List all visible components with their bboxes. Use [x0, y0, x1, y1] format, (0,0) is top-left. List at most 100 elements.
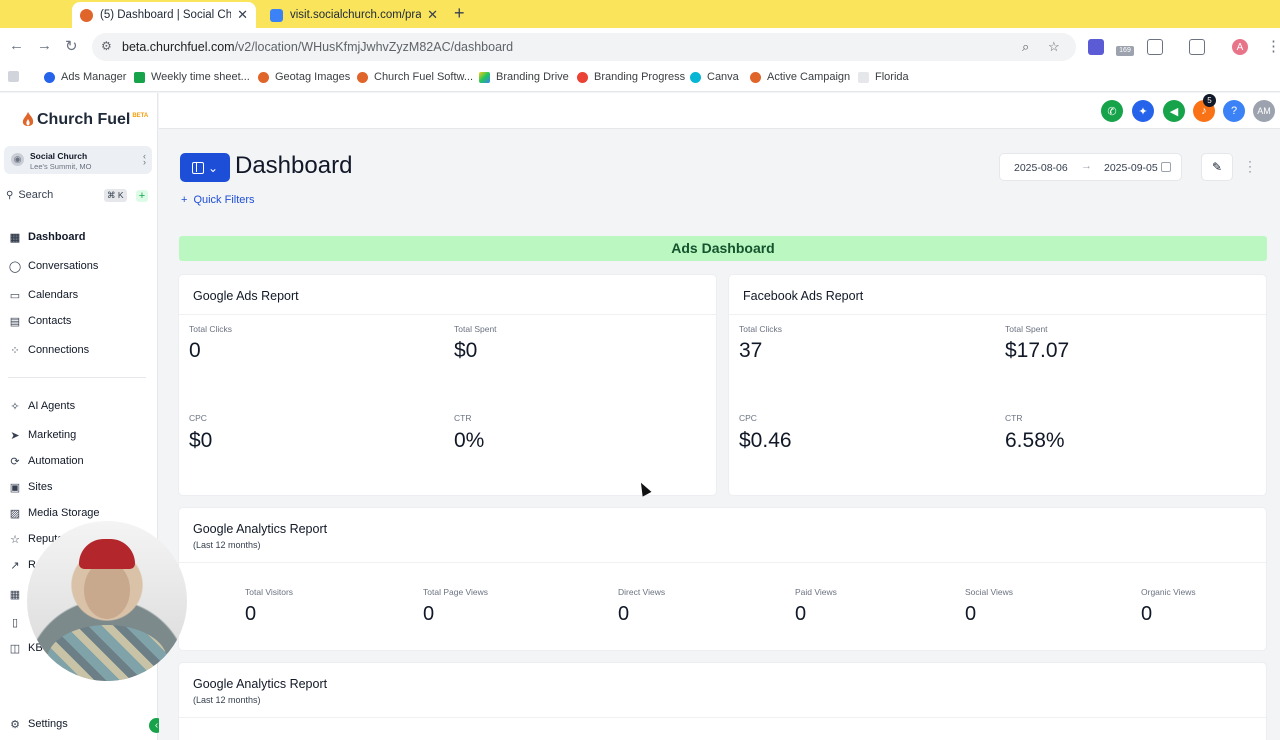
- magic-wand-icon[interactable]: ✦: [1132, 100, 1154, 122]
- bookmark-canva[interactable]: Canva: [690, 71, 739, 83]
- profile-avatar[interactable]: A: [1232, 39, 1248, 55]
- metric-value: $17.07: [1005, 339, 1070, 362]
- sidebar-item-mobile[interactable]: ▯: [9, 616, 28, 629]
- metric-value: 0: [965, 603, 977, 625]
- send-icon: ➤: [10, 429, 20, 442]
- flame-icon: [258, 71, 269, 83]
- sidebar-item-settings[interactable]: ⚙ Settings: [9, 718, 68, 731]
- bookmark-branding-progress[interactable]: Branding Progress: [577, 71, 685, 83]
- location-city: Lee's Summit, MO: [30, 162, 92, 171]
- megaphone-icon[interactable]: ◀: [1163, 100, 1185, 122]
- location-name: Social Church: [30, 151, 88, 161]
- bookmark-time-sheet[interactable]: Weekly time sheet...: [134, 71, 250, 83]
- reload-icon[interactable]: ↻: [65, 37, 78, 55]
- quick-filters-button[interactable]: + Quick Filters: [181, 194, 255, 206]
- arrow-right-icon: →: [1081, 160, 1092, 172]
- sidebar-item-marketing[interactable]: ➤ Marketing: [9, 429, 76, 442]
- flame-icon: [750, 71, 761, 83]
- help-icon[interactable]: ?: [1223, 100, 1245, 122]
- gear-icon: ⚙: [10, 718, 20, 731]
- metric-label: Total Clicks: [739, 324, 782, 334]
- tab-title: (5) Dashboard | Social Church: [100, 9, 232, 21]
- close-tab-icon[interactable]: ✕: [427, 7, 438, 23]
- metric-value: $0: [189, 429, 213, 452]
- flame-icon: [357, 71, 368, 83]
- location-switcher[interactable]: ◉ Social Church Lee's Summit, MO ‹ ›: [4, 146, 152, 174]
- flame-icon: [22, 112, 34, 126]
- sidebar-item-sites[interactable]: ▣ Sites: [9, 481, 53, 494]
- bookmark-florida[interactable]: Florida: [858, 71, 909, 83]
- presenter-shirt: [47, 625, 167, 681]
- tab-dashboard[interactable]: (5) Dashboard | Social Church ✕: [72, 2, 256, 28]
- dashboard-selector[interactable]: ⌄: [180, 153, 230, 182]
- site-settings-icon[interactable]: ⚙: [101, 39, 112, 53]
- edit-dashboard-button[interactable]: ✎: [1201, 153, 1233, 181]
- close-tab-icon[interactable]: ✕: [237, 7, 248, 23]
- metric-label: Organic Views: [1141, 587, 1196, 597]
- zoom-icon[interactable]: ⌕: [1022, 39, 1029, 55]
- google-analytics-card: Google Analytics Report (Last 12 months)…: [179, 508, 1266, 650]
- sidebar-item-connections[interactable]: ⁘ Connections: [9, 344, 89, 357]
- tab-title: visit.socialchurch.com/prayer: [290, 9, 422, 21]
- metric-label: Total Spent: [1005, 324, 1048, 334]
- metric-value: 6.58%: [1005, 429, 1065, 452]
- browser-menu-icon[interactable]: ⋮: [1266, 37, 1280, 55]
- card-title: Google Analytics Report: [193, 522, 328, 536]
- sidebar-item-kb[interactable]: ◫ KB: [9, 642, 43, 655]
- sidebar-search[interactable]: ⚲ Search: [6, 189, 53, 201]
- metric-value: 0: [618, 603, 630, 625]
- sidebar-item-dashboard[interactable]: ▦ Dashboard: [9, 231, 86, 244]
- forward-icon[interactable]: →: [37, 37, 52, 54]
- new-tab-icon[interactable]: +: [454, 3, 465, 24]
- beta-badge: BETA: [132, 113, 149, 119]
- browser-tab-bar: (5) Dashboard | Social Church ✕ visit.so…: [0, 0, 1280, 28]
- card-title: Google Analytics Report: [193, 677, 328, 691]
- phone-icon[interactable]: ✆: [1101, 100, 1123, 122]
- notification-count: 5: [1203, 94, 1216, 107]
- sidebar-item-contacts[interactable]: ▤ Contacts: [9, 315, 72, 328]
- bookmark-church-fuel[interactable]: Church Fuel Softw...: [357, 71, 473, 83]
- bookmark-branding-drive[interactable]: Branding Drive: [479, 71, 569, 83]
- tab-prayer[interactable]: visit.socialchurch.com/prayer ✕: [262, 2, 446, 28]
- card-subtitle: (Last 12 months): [193, 695, 261, 705]
- address-bar[interactable]: ⚙ beta.churchfuel.com/v2/location/WHusKf…: [92, 33, 1076, 61]
- sidebar-item-media-storage[interactable]: ▨ Media Storage: [9, 507, 100, 520]
- more-options-icon[interactable]: · · ·: [1248, 155, 1252, 177]
- church-fuel-logo[interactable]: Church Fuel BETA: [22, 111, 148, 129]
- sidebar-item-reporting[interactable]: ↗ R: [9, 559, 36, 572]
- date-range-picker[interactable]: 2025-08-06 → 2025-09-05: [999, 153, 1182, 181]
- browser-toolbar: ← → ↻ ⚙ beta.churchfuel.com/v2/location/…: [0, 28, 1280, 66]
- app-topbar: ✆ ✦ ◀ ♪ 5 ? AM: [159, 93, 1280, 129]
- sidebar-item-conversations[interactable]: ◯ Conversations: [9, 260, 98, 273]
- metric-label: Social Views: [965, 587, 1014, 597]
- extensions-puzzle-icon[interactable]: [1147, 39, 1163, 55]
- metric-label: CTR: [1005, 413, 1023, 423]
- extension-icon[interactable]: [1088, 39, 1104, 55]
- reporting-icon: ↗: [10, 559, 20, 572]
- metric-value: 0: [795, 603, 807, 625]
- sheets-icon: [134, 71, 145, 83]
- bookmark-star-icon[interactable]: ☆: [1048, 39, 1060, 55]
- sidebar-item-ai-agents[interactable]: ✧ AI Agents: [9, 400, 75, 413]
- sidebar-item-calendars[interactable]: ▭ Calendars: [9, 289, 78, 302]
- bookmark-ads-manager[interactable]: Ads Manager: [44, 71, 126, 83]
- sidebar-item-apps[interactable]: ▦: [9, 588, 28, 601]
- metric-value: $0: [454, 339, 478, 362]
- metric-value: $0.46: [739, 429, 792, 452]
- metric-value: 0: [245, 603, 257, 625]
- sidebar-item-automation[interactable]: ⟳ Automation: [9, 455, 83, 468]
- sites-icon: ▣: [9, 481, 21, 494]
- extension-badge[interactable]: 169: [1116, 46, 1134, 56]
- apps-grid-icon[interactable]: [8, 71, 25, 82]
- globe-icon: [270, 8, 283, 22]
- back-icon[interactable]: ←: [9, 37, 24, 54]
- card-subtitle: (Last 12 months): [193, 540, 261, 550]
- tab-search-icon[interactable]: [1189, 39, 1205, 55]
- quick-add-icon[interactable]: +: [136, 190, 148, 202]
- bookmark-active-campaign[interactable]: Active Campaign: [750, 71, 850, 83]
- bookmark-geotag[interactable]: Geotag Images: [258, 71, 350, 83]
- canva-icon: [690, 71, 701, 83]
- metric-value: 37: [739, 339, 763, 362]
- metric-label: CPC: [739, 413, 757, 423]
- user-avatar[interactable]: AM: [1253, 100, 1275, 122]
